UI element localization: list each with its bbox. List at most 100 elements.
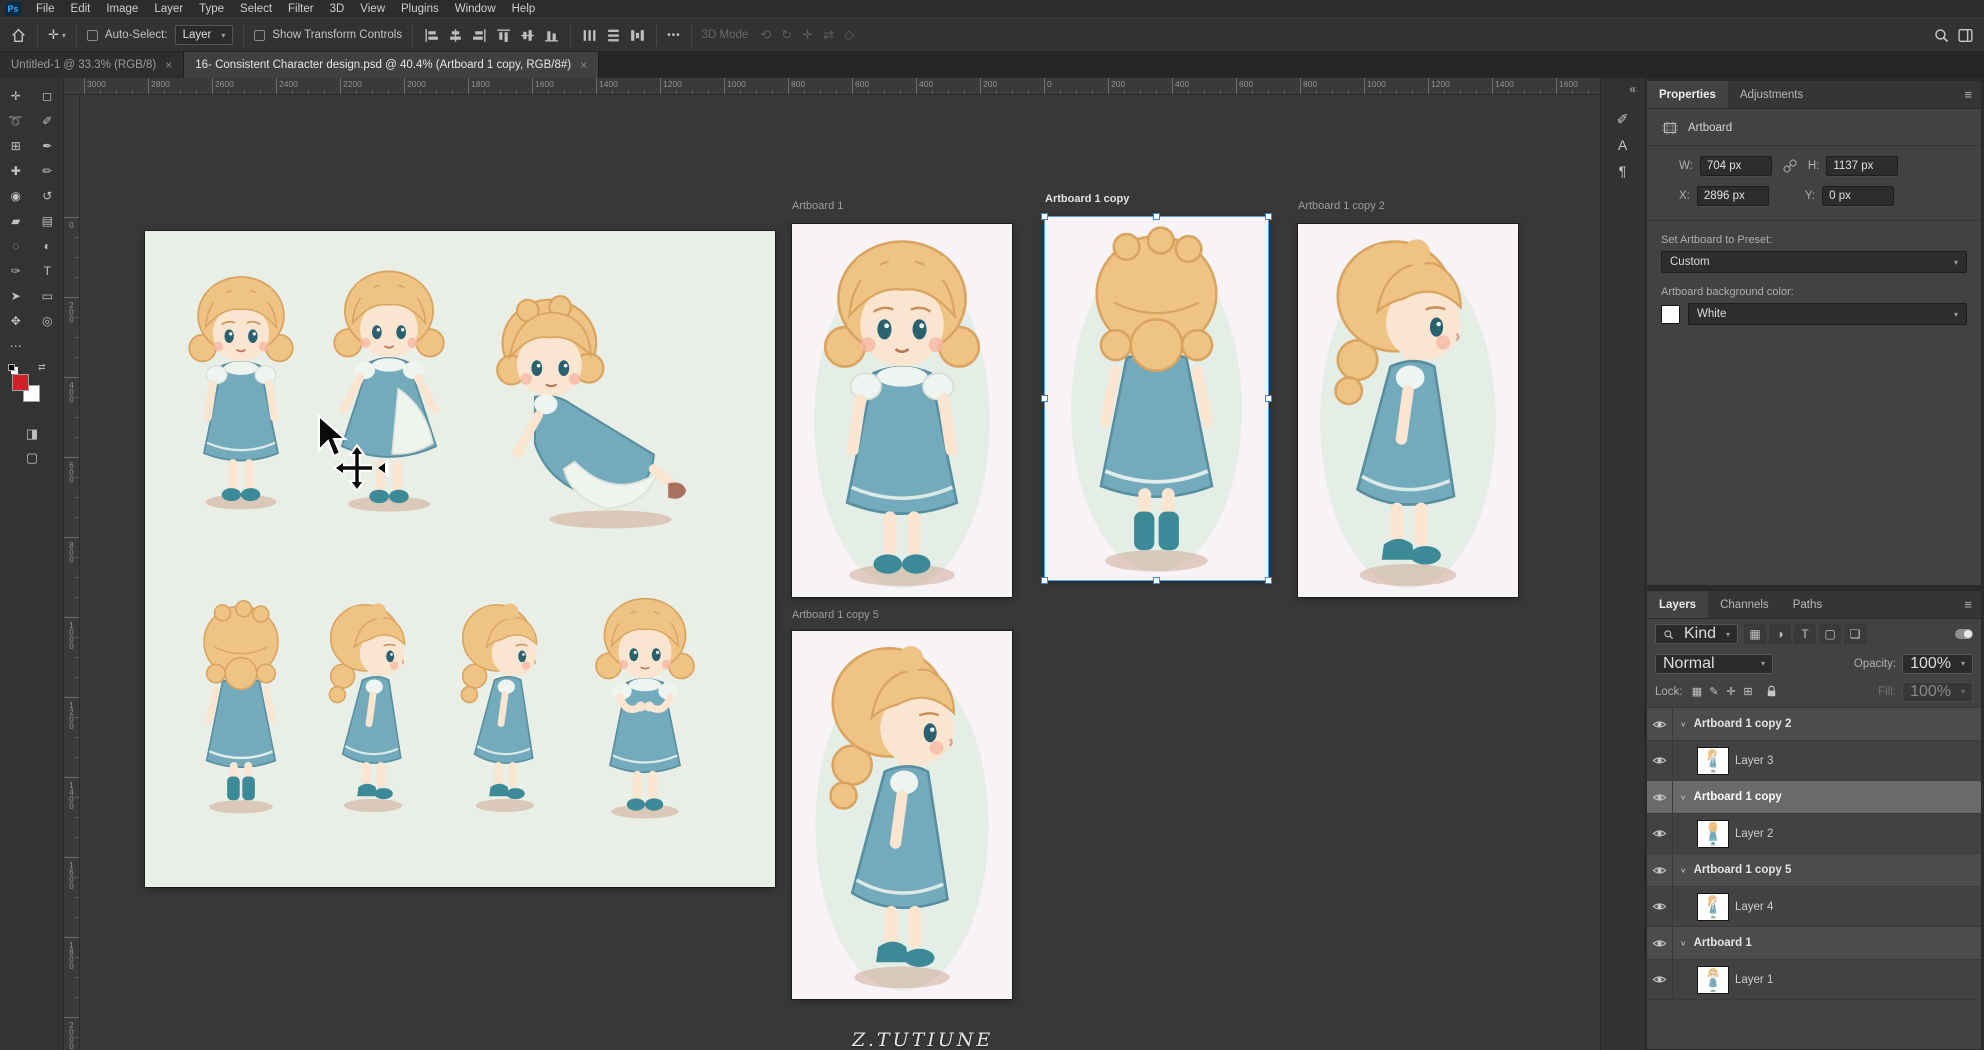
artboard-bg-color-swatch[interactable] (1661, 305, 1680, 324)
transform-handle[interactable] (1041, 213, 1048, 220)
artboard-bg-color-select[interactable]: White (1688, 303, 1967, 325)
menu-item-image[interactable]: Image (98, 0, 146, 18)
align-left-icon[interactable] (423, 27, 440, 44)
menu-item-help[interactable]: Help (504, 0, 544, 18)
close-icon[interactable]: × (580, 58, 587, 72)
distribute-gaps-icon[interactable] (629, 27, 646, 44)
lock-all-icon[interactable] (1763, 684, 1780, 699)
tab-channels[interactable]: Channels (1708, 591, 1781, 618)
distribute-vertical-icon[interactable] (605, 27, 622, 44)
pen-tool[interactable]: ✑ (0, 258, 32, 283)
orbit-3d-icon[interactable]: ⟲ (755, 27, 776, 42)
screen-mode-button[interactable]: ▢ (0, 446, 64, 470)
artboard-1-copy[interactable] (1045, 217, 1268, 580)
document-tab-active[interactable]: 16- Consistent Character design.psd @ 40… (184, 52, 599, 78)
menu-item-type[interactable]: Type (191, 0, 232, 18)
menu-item-edit[interactable]: Edit (63, 0, 99, 18)
x-field[interactable]: 2896 px (1697, 186, 1769, 206)
quick-selection-tool[interactable]: ✐ (32, 108, 64, 133)
smart-objects-filter-icon[interactable]: ❏ (1844, 624, 1866, 644)
distribute-horizontal-icon[interactable] (581, 27, 598, 44)
blend-mode-select[interactable]: Normal (1655, 654, 1773, 674)
brush-tool[interactable]: ✏ (32, 158, 64, 183)
align-top-icon[interactable] (495, 27, 512, 44)
artboard-1-copy-2[interactable] (1298, 224, 1518, 597)
tool-preset-picker[interactable]: ✛ (48, 27, 66, 43)
transform-handle[interactable] (1265, 577, 1272, 584)
type-tool[interactable]: T (32, 258, 64, 283)
zoom-tool[interactable]: ◎ (32, 308, 64, 333)
chevron-down-icon[interactable]: ∨ (1680, 866, 1687, 875)
transform-handle[interactable] (1265, 395, 1272, 402)
pan-3d-icon[interactable]: ✛ (797, 27, 818, 42)
healing-brush-tool[interactable]: ✚ (0, 158, 32, 183)
menu-item-window[interactable]: Window (447, 0, 504, 18)
visibility-toggle[interactable] (1647, 960, 1673, 999)
menu-item-layer[interactable]: Layer (146, 0, 191, 18)
tab-layers[interactable]: Layers (1647, 591, 1708, 618)
panel-menu-icon[interactable]: ≡ (1955, 591, 1981, 618)
adjustment-layers-filter-icon[interactable]: ◑ (1769, 624, 1791, 644)
layer-filter-kind-select[interactable]: Kind (1655, 624, 1738, 644)
chevron-down-icon[interactable]: ∨ (1680, 793, 1687, 802)
menu-item-view[interactable]: View (352, 0, 393, 18)
transform-handle[interactable] (1265, 213, 1272, 220)
crop-tool[interactable]: ⊞ (0, 133, 32, 158)
y-field[interactable]: 0 px (1822, 186, 1894, 206)
roll-3d-view-icon[interactable]: ↻ (776, 27, 797, 42)
more-align-options-button[interactable]: ••• (667, 30, 681, 41)
quick-mask-button[interactable]: ◨ (0, 422, 64, 446)
gradient-tool[interactable]: ▤ (32, 208, 64, 233)
layer-group-row[interactable]: ∨Artboard 1 (1647, 927, 1981, 960)
type-layers-filter-icon[interactable]: T (1794, 624, 1816, 644)
layer-row[interactable]: Layer 4 (1647, 887, 1981, 927)
visibility-toggle[interactable] (1647, 814, 1673, 853)
default-colors-icon[interactable] (8, 364, 15, 371)
link-dimensions-icon[interactable] (1782, 158, 1798, 174)
color-swatches[interactable]: ⇄ (12, 372, 63, 418)
edit-toolbar-button[interactable]: ⋯ (0, 333, 32, 358)
width-field[interactable]: 704 px (1700, 156, 1772, 176)
align-right-icon[interactable] (471, 27, 488, 44)
artboard-label-1[interactable]: Artboard 1 (792, 200, 843, 212)
close-icon[interactable]: × (165, 58, 172, 72)
search-icon[interactable] (1933, 27, 1950, 44)
height-field[interactable]: 1137 px (1826, 156, 1898, 176)
visibility-toggle[interactable] (1647, 781, 1673, 813)
layer-thumbnail[interactable] (1698, 748, 1728, 774)
align-center-horizontal-icon[interactable] (447, 27, 464, 44)
menu-item-file[interactable]: File (28, 0, 63, 18)
hand-tool[interactable]: ✥ (0, 308, 32, 333)
layer-group-row[interactable]: ∨Artboard 1 copy (1647, 781, 1981, 814)
shape-layers-filter-icon[interactable]: ▢ (1819, 624, 1841, 644)
rectangle-tool[interactable]: ▭ (32, 283, 64, 308)
artboard-preset-select[interactable]: Custom (1661, 251, 1967, 273)
transform-handle[interactable] (1153, 213, 1160, 220)
eyedropper-tool[interactable]: ✒ (32, 133, 64, 158)
menu-item-plugins[interactable]: Plugins (393, 0, 447, 18)
layer-thumbnail[interactable] (1698, 967, 1728, 993)
visibility-toggle[interactable] (1647, 887, 1673, 926)
vertical-ruler[interactable]: 0200400600800100012001400160018002000 (64, 95, 80, 1050)
move-tool[interactable]: ✛ (0, 83, 32, 108)
tab-paths[interactable]: Paths (1781, 591, 1834, 618)
expand-panels-icon[interactable]: « (1629, 82, 1644, 96)
align-center-vertical-icon[interactable] (519, 27, 536, 44)
artboard-1-copy-5[interactable] (792, 631, 1012, 999)
document-tab-untitled[interactable]: Untitled-1 @ 33.3% (RGB/8) × (0, 52, 184, 78)
blur-tool[interactable]: ◌ (0, 233, 32, 258)
transform-handle[interactable] (1041, 577, 1048, 584)
workspace-switcher-icon[interactable] (1957, 27, 1974, 44)
align-bottom-icon[interactable] (543, 27, 560, 44)
opacity-select[interactable]: 100% (1902, 654, 1973, 674)
chevron-down-icon[interactable]: ∨ (1680, 720, 1687, 729)
eraser-tool[interactable]: ▰ (0, 208, 32, 233)
canvas[interactable]: Artboard 1 Artboard 1 copy Artboard 1 co… (80, 95, 1600, 1050)
auto-select-checkbox[interactable] (87, 30, 98, 41)
foreground-color-swatch[interactable] (12, 374, 29, 391)
clone-stamp-tool[interactable]: ◉ (0, 183, 32, 208)
tab-properties[interactable]: Properties (1647, 81, 1728, 108)
artboard-label-1-copy-2[interactable]: Artboard 1 copy 2 (1298, 200, 1385, 212)
dodge-tool[interactable]: ◐ (32, 233, 64, 258)
menu-item-select[interactable]: Select (232, 0, 280, 18)
